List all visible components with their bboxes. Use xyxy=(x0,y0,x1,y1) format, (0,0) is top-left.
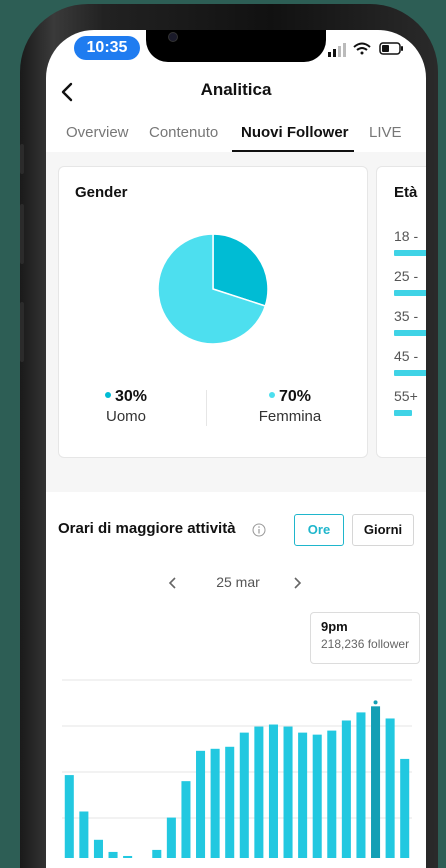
tab-bar: Overview Contenuto Nuovi Follower LIVE xyxy=(46,118,426,153)
status-bar: 10:35 xyxy=(46,30,426,70)
age-label: 25 - xyxy=(394,268,419,284)
chart-bar[interactable] xyxy=(210,748,220,858)
status-icons xyxy=(328,42,403,57)
chart-bar[interactable] xyxy=(123,855,133,858)
chart-highlight-marker xyxy=(373,700,378,705)
age-label: 55+ xyxy=(394,388,418,404)
age-label: 18 - xyxy=(394,228,419,244)
male-percentage: 30% xyxy=(114,388,148,405)
chart-bar[interactable] xyxy=(400,758,410,858)
chart-bar[interactable] xyxy=(385,718,395,858)
activity-section-title: Orari di maggiore attività xyxy=(58,520,236,537)
notch xyxy=(146,30,326,62)
nav-bar: Analitica xyxy=(46,74,426,110)
gender-divider xyxy=(206,390,207,426)
tooltip-value: 218,236 follower xyxy=(321,637,410,651)
age-bar xyxy=(394,290,426,296)
date-label: 25 mar xyxy=(216,574,260,590)
age-bar xyxy=(394,410,412,416)
female-label: Femmina xyxy=(258,408,322,425)
volume-up-button xyxy=(20,204,24,264)
tab-overview[interactable]: Overview xyxy=(66,124,129,141)
chart-bar[interactable] xyxy=(283,726,293,858)
page-title: Analitica xyxy=(200,80,272,99)
chart-bar[interactable] xyxy=(108,851,118,858)
chart-bar[interactable] xyxy=(341,720,351,858)
age-bar xyxy=(394,370,426,376)
chart-bar[interactable] xyxy=(181,781,191,858)
gender-stat-male: 30% Uomo xyxy=(66,388,186,425)
chart-bar[interactable] xyxy=(239,732,249,858)
chevron-left-icon[interactable] xyxy=(166,576,180,590)
male-label: Uomo xyxy=(105,408,146,425)
phone-screen: 10:35 Analitica Overview Contenuto Nuovi… xyxy=(46,30,426,868)
wifi-icon xyxy=(353,42,371,55)
age-bar xyxy=(394,250,426,256)
chart-bar[interactable] xyxy=(312,734,322,858)
chart-bar[interactable] xyxy=(356,712,366,858)
female-color-dot xyxy=(268,391,275,398)
info-icon[interactable] xyxy=(252,523,266,537)
battery-icon xyxy=(379,42,403,55)
chart-bar[interactable] xyxy=(196,750,206,858)
chart-bar[interactable] xyxy=(93,839,103,858)
activity-bar-chart xyxy=(62,679,412,858)
chart-bar[interactable] xyxy=(371,706,381,858)
age-label: 45 - xyxy=(394,348,419,364)
gender-stat-female: 70% Femmina xyxy=(230,388,350,425)
tab-contenuto[interactable]: Contenuto xyxy=(149,124,218,141)
male-color-dot xyxy=(104,391,111,398)
chart-bar[interactable] xyxy=(327,730,337,858)
hours-toggle-button[interactable]: Ore xyxy=(294,514,344,546)
chart-bar[interactable] xyxy=(254,726,264,858)
status-time: 10:35 xyxy=(74,36,140,60)
age-label: 35 - xyxy=(394,308,419,324)
chart-bar[interactable] xyxy=(79,811,89,858)
chart-bar[interactable] xyxy=(225,746,235,858)
female-percentage: 70% xyxy=(278,388,312,405)
chevron-right-icon[interactable] xyxy=(290,576,304,590)
mute-switch xyxy=(20,144,24,174)
chart-bar[interactable] xyxy=(64,775,74,858)
chart-tooltip: 9pm 218,236 follower xyxy=(310,612,420,664)
days-toggle-button[interactable]: Giorni xyxy=(352,514,414,546)
chart-bar[interactable] xyxy=(152,849,162,858)
age-card-title: Età xyxy=(394,184,418,201)
gender-card-title: Gender xyxy=(75,184,128,201)
age-bar xyxy=(394,330,426,336)
volume-down-button xyxy=(20,302,24,362)
chart-bar[interactable] xyxy=(268,724,278,858)
chart-bar[interactable] xyxy=(166,817,176,858)
gender-pie-chart xyxy=(157,233,269,345)
date-navigator: 25 mar xyxy=(166,572,306,596)
tab-nuovi-follower[interactable]: Nuovi Follower xyxy=(241,124,349,141)
camera-icon xyxy=(168,32,178,42)
signal-icon xyxy=(328,43,346,57)
chart-bar[interactable] xyxy=(298,732,308,858)
tab-live[interactable]: LIVE xyxy=(369,124,402,141)
tooltip-time: 9pm xyxy=(321,619,348,634)
